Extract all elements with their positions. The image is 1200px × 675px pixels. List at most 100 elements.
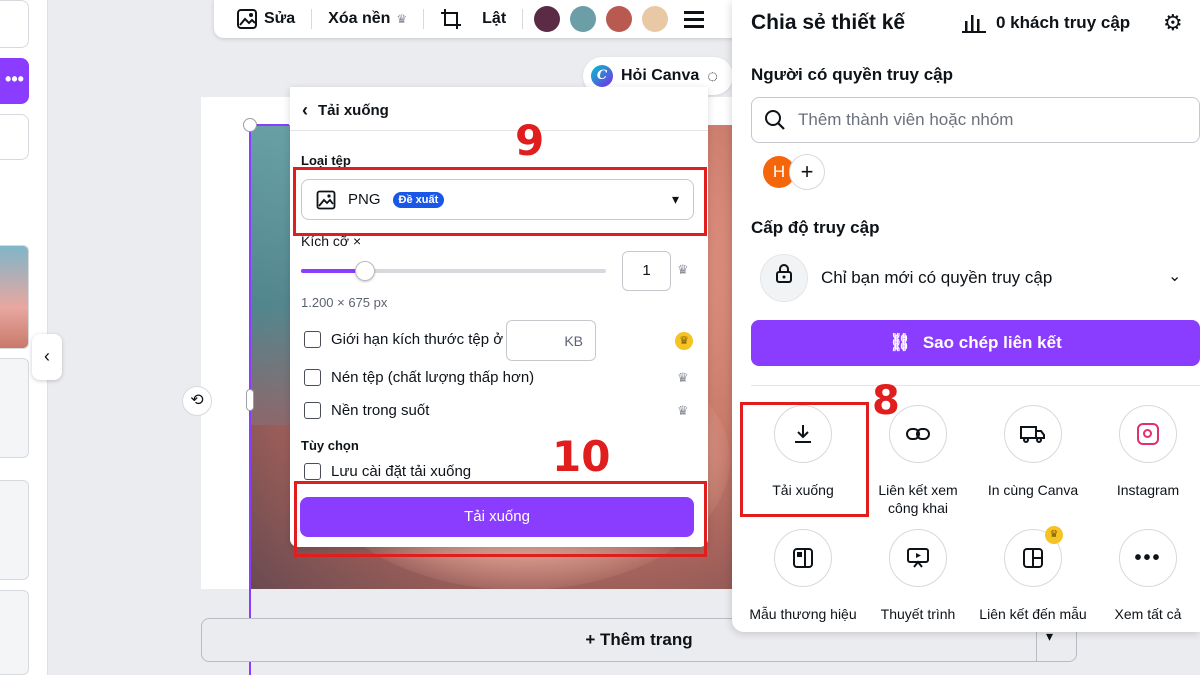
option-label: Thuyết trình [880,606,956,622]
bar-chart-icon [962,15,986,33]
sidebar-button-top[interactable] [0,0,29,48]
page-thumbnail[interactable] [0,358,29,458]
chevron-left-icon[interactable]: ‹ [302,100,308,121]
lock-icon [760,254,808,302]
option-label: Xem tất cả [1114,606,1182,622]
crown-icon: ♛ [677,403,689,418]
search-icon [765,110,785,130]
collapse-panel-button[interactable]: ‹ [32,334,62,380]
crown-icon: ♛ [677,370,689,385]
annotation-box [293,167,707,236]
resize-handle[interactable] [246,389,254,411]
editor-toolbar: Sửa Xóa nền ♛ Lật [214,0,744,38]
limit-size-option[interactable]: Giới hạn kích thước tệp ở [304,331,503,348]
divider [290,130,708,131]
annotation-box [740,402,869,517]
transparent-bg-option[interactable]: Nền trong suốt [304,402,429,419]
transparent-bg-checkbox[interactable] [304,402,321,419]
crown-icon: ♛ [1045,526,1063,544]
page-thumbnail[interactable] [0,480,29,580]
access-level-label: Cấp độ truy cập [751,218,880,237]
color-swatch[interactable] [642,6,669,32]
transparent-bg-label: Nền trong suốt [331,402,430,419]
sidebar-button[interactable] [0,114,29,160]
instagram-icon [1119,405,1177,463]
visitors-label: 0 khách truy cập [996,13,1131,32]
download-panel-title: Tải xuống [318,102,389,119]
resize-handle[interactable] [243,118,257,132]
people-access-label: Người có quyền truy cập [751,65,953,84]
crown-icon: ♛ [396,12,408,26]
save-settings-option[interactable]: Lưu cài đặt tải xuống [304,463,471,480]
divider [751,385,1200,386]
dimensions-text: 1.200 × 675 px [301,295,388,310]
page-thumbnail[interactable] [0,590,29,675]
template-link-icon: ♛ [1004,526,1063,587]
page-thumbnail[interactable] [0,245,29,349]
crown-icon: ♛ [675,332,693,350]
sidebar-apps-button[interactable]: ••• [0,58,29,104]
flip-button[interactable]: Lật [472,10,516,28]
member-search-input[interactable]: Thêm thành viên hoặc nhóm [751,97,1200,143]
step-number: 8 [872,378,900,424]
remove-background-button[interactable]: Xóa nền ♛ [318,10,417,28]
size-input[interactable]: 1 [622,251,671,291]
remove-bg-label: Xóa nền [328,10,391,27]
share-option-print[interactable]: In cùng Canva [978,405,1088,499]
search-placeholder: Thêm thành viên hoặc nhóm [798,110,1014,129]
divider [423,9,425,29]
share-option-see-all[interactable]: ••• Xem tất cả [1093,529,1200,623]
share-option-present[interactable]: Thuyết trình [863,529,973,623]
ask-canva-label: Hỏi Canva [621,67,700,84]
compress-checkbox[interactable] [304,369,321,386]
rotate-button[interactable]: ⟲ [182,386,212,416]
limit-size-label: Giới hạn kích thước tệp ở [331,331,504,348]
compress-label: Nén tệp (chất lượng thấp hơn) [331,369,535,386]
image-edit-icon [237,9,257,29]
flip-label: Lật [482,10,507,27]
more-icon: ••• [1119,529,1177,587]
color-swatch[interactable] [570,6,597,32]
options-label: Tùy chọn [301,438,359,453]
download-panel-header[interactable]: ‹ Tải xuống [302,100,389,121]
truck-icon [1004,405,1062,463]
more-menu-button[interactable] [673,8,715,30]
annotation-box [294,481,707,557]
option-label: Liên kết xem công khai [878,482,958,516]
chat-icon: ◌ [707,65,718,86]
kb-input[interactable]: KB [506,320,596,361]
crop-button[interactable] [430,8,472,30]
file-type-label: Loại tệp [301,153,351,168]
save-settings-checkbox[interactable] [304,463,321,480]
divider [522,9,524,29]
edit-image-button[interactable]: Sửa [226,8,305,30]
chevron-down-icon[interactable]: ⌄ [1168,266,1181,286]
share-option-instagram[interactable]: Instagram [1093,405,1200,499]
add-member-button[interactable]: + [789,154,825,190]
color-swatch[interactable] [606,6,633,32]
chevron-left-icon: ‹ [44,346,50,366]
size-slider-handle[interactable] [355,261,375,281]
edit-label: Sửa [264,10,296,27]
option-label: Mẫu thương hiệu [749,606,857,622]
color-swatch[interactable] [534,6,561,32]
rotate-icon: ⟲ [190,392,204,409]
compress-option[interactable]: Nén tệp (chất lượng thấp hơn) [304,369,534,386]
share-option-brand-template[interactable]: Mẫu thương hiệu [748,529,858,623]
limit-size-checkbox[interactable] [304,331,321,348]
save-settings-label: Lưu cài đặt tải xuống [331,463,472,480]
step-number: 10 [552,432,611,481]
access-level-select[interactable]: Chỉ bạn mới có quyền truy cập [821,268,1052,288]
copy-link-label: Sao chép liên kết [922,333,1062,352]
brand-template-icon [774,529,832,587]
option-label: In cùng Canva [987,482,1079,498]
share-option-template-link[interactable]: ♛ Liên kết đến mẫu [978,526,1088,623]
copy-link-button[interactable]: ⛓ Sao chép liên kết [751,320,1200,366]
canva-logo-icon: C [591,65,613,87]
visitors-button[interactable]: 0 khách truy cập [962,13,1130,33]
crown-icon: ♛ [677,262,689,277]
menu-icon [684,11,705,28]
gear-icon[interactable]: ⚙ [1163,10,1183,36]
crop-icon [441,9,462,29]
link-icon: ⛓ [889,333,911,352]
